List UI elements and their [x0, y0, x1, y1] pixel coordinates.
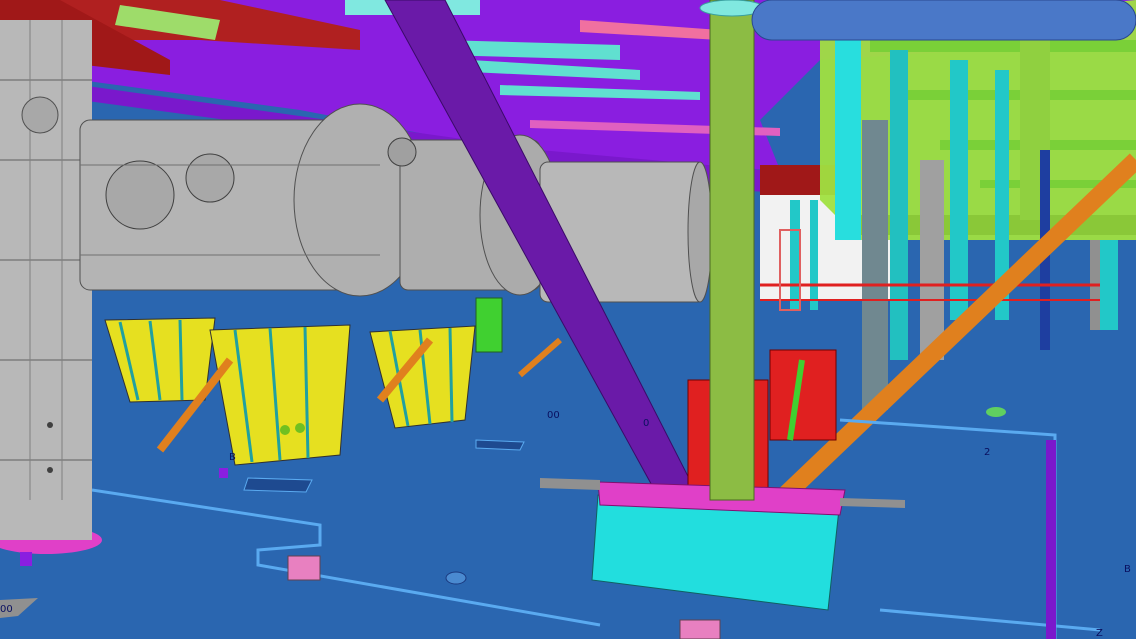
green-vertical-column	[699, 0, 765, 501]
blue-overhead-pipe	[751, 0, 1136, 41]
purple-pipe-right	[1046, 440, 1056, 639]
grid-label-00: 00	[547, 410, 560, 421]
grid-label-00-bottom: 00	[0, 604, 13, 615]
green-pipe-stub	[475, 297, 503, 353]
grid-label-2: 2	[984, 447, 990, 458]
grid-label-b-left: B	[229, 452, 236, 463]
grid-label-z: Z	[1096, 628, 1103, 639]
3d-model-viewport[interactable]: 00 0 B 2 B 00 Z	[0, 0, 1136, 639]
grid-label-b-right: B	[1124, 564, 1131, 575]
grid-label-0: 0	[643, 418, 649, 429]
